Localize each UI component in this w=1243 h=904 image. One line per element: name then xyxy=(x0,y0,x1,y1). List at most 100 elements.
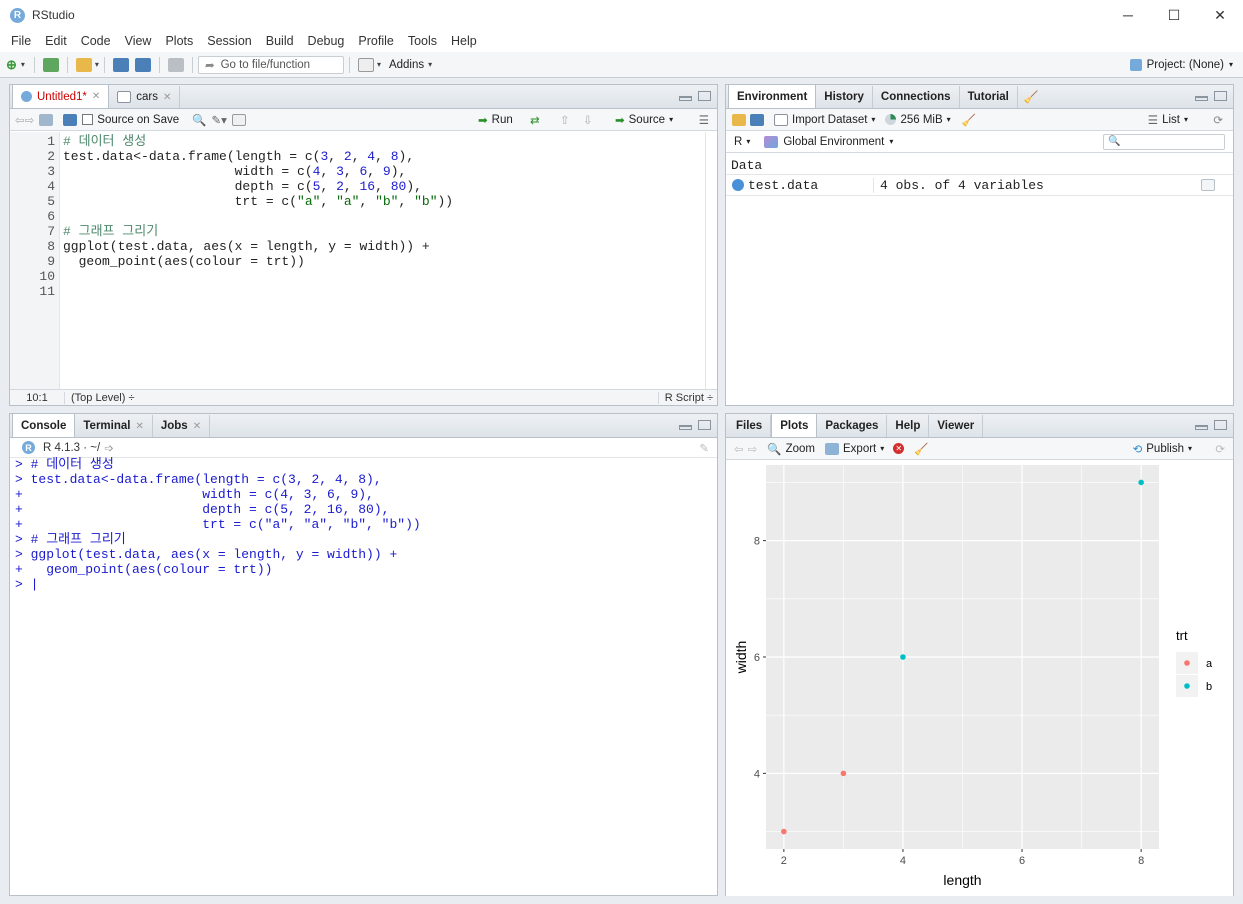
menu-file[interactable]: File xyxy=(4,34,38,48)
rstudio-logo-icon: R xyxy=(10,7,25,23)
export-button[interactable]: Export ▾ xyxy=(825,442,884,455)
maximize-pane-icon[interactable] xyxy=(1214,420,1227,430)
source-button[interactable]: ➡ Source ▾ xyxy=(615,113,673,127)
tab-tutorial[interactable]: Tutorial xyxy=(960,86,1018,108)
tab-files[interactable]: Files xyxy=(728,415,772,437)
code-tools-icon[interactable]: ✎▾ xyxy=(211,113,226,127)
new-file-dropdown-icon[interactable]: ▾ xyxy=(21,60,25,69)
file-type-selector[interactable]: R Script ÷ xyxy=(657,391,713,404)
minimize-button[interactable]: ─ xyxy=(1105,0,1151,30)
memory-usage-button[interactable]: 256 MiB ▾ xyxy=(885,114,951,126)
pane-layout-dropdown-icon[interactable]: ▾ xyxy=(377,60,381,69)
source-on-save-checkbox[interactable]: Source on Save xyxy=(82,114,179,126)
previous-plot-icon[interactable]: ⇦ xyxy=(734,442,744,456)
clear-objects-icon[interactable]: 🧹 xyxy=(962,113,976,127)
close-tab-icon[interactable]: ✕ xyxy=(193,421,201,432)
save-workspace-icon[interactable] xyxy=(750,113,764,126)
tab-packages[interactable]: Packages xyxy=(817,415,888,437)
tab-plots[interactable]: Plots xyxy=(771,413,818,437)
save-file-icon[interactable] xyxy=(63,113,78,126)
maximize-pane-icon[interactable] xyxy=(698,91,711,101)
scope-selector[interactable]: (Top Level) ÷ xyxy=(65,392,135,404)
tab-viewer[interactable]: Viewer xyxy=(929,415,984,437)
pane-layout-icon[interactable] xyxy=(357,57,374,72)
source-pane: Untitled1* ✕ cars ✕ ⇦⇨ Source on Save 🔍 … xyxy=(9,84,718,406)
menu-view[interactable]: View xyxy=(118,34,159,48)
menu-edit[interactable]: Edit xyxy=(38,34,74,48)
close-tab-icon[interactable]: ✕ xyxy=(135,421,143,432)
line-number: 3 xyxy=(47,164,55,179)
code-line: # 그래프 그리기 xyxy=(63,224,159,239)
tab-jobs[interactable]: Jobs ✕ xyxy=(153,415,211,437)
maximize-pane-icon[interactable] xyxy=(1214,91,1227,101)
tab-console[interactable]: Console xyxy=(12,413,76,437)
menu-session[interactable]: Session xyxy=(200,34,258,48)
menu-tools[interactable]: Tools xyxy=(401,34,444,48)
maximize-pane-icon[interactable] xyxy=(698,420,711,430)
line-number: 9 xyxy=(47,254,55,269)
close-tab-icon[interactable]: ✕ xyxy=(92,91,100,102)
close-tab-icon[interactable]: ✕ xyxy=(163,92,171,103)
publish-button[interactable]: ⟲ Publish ▾ xyxy=(1133,442,1192,456)
menu-build[interactable]: Build xyxy=(259,34,301,48)
editor-statusbar: 10:1 (Top Level) ÷ R Script ÷ xyxy=(10,389,717,405)
project-icon xyxy=(1129,58,1142,71)
save-icon[interactable] xyxy=(112,57,129,72)
go-down-icon[interactable]: ⇩ xyxy=(583,113,593,127)
project-menu[interactable]: Project: (None) ▾ xyxy=(1129,58,1233,71)
save-all-icon[interactable] xyxy=(134,57,151,72)
show-in-window-icon[interactable] xyxy=(39,113,54,126)
minimize-pane-icon[interactable] xyxy=(1195,425,1208,430)
go-up-icon[interactable]: ⇧ xyxy=(560,113,570,127)
next-plot-icon[interactable]: ⇨ xyxy=(748,442,758,456)
tab-untitled1[interactable]: Untitled1* ✕ xyxy=(12,84,110,108)
environment-search-input[interactable]: 🔍 xyxy=(1103,133,1225,150)
print-icon[interactable] xyxy=(167,57,184,72)
language-selector[interactable]: R xyxy=(734,136,742,148)
view-data-icon[interactable] xyxy=(1201,179,1215,191)
outline-icon[interactable] xyxy=(231,113,246,126)
clear-plots-icon[interactable]: 🧹 xyxy=(914,442,928,456)
menu-profile[interactable]: Profile xyxy=(351,34,400,48)
addins-button[interactable]: Addins xyxy=(389,59,424,71)
tab-connections[interactable]: Connections xyxy=(873,86,960,108)
import-dataset-button[interactable]: Import Dataset ▾ xyxy=(774,113,875,126)
table-row[interactable]: test.data 4 obs. of 4 variables xyxy=(726,175,1233,196)
maximize-button[interactable]: ☐ xyxy=(1151,0,1197,30)
tab-help[interactable]: Help xyxy=(887,415,930,437)
open-file-icon[interactable] xyxy=(75,57,92,72)
minimize-pane-icon[interactable] xyxy=(679,425,692,430)
run-button[interactable]: ➡ Run xyxy=(478,113,513,127)
back-icon[interactable]: ⇦⇨ xyxy=(15,113,34,127)
tab-cars[interactable]: cars ✕ xyxy=(109,86,181,108)
goto-dir-icon[interactable]: ➩ xyxy=(104,441,114,455)
refresh-icon[interactable]: ⟳ xyxy=(1213,113,1223,127)
zoom-button[interactable]: 🔍 Zoom xyxy=(767,442,815,456)
go-to-file-input[interactable]: ➦ Go to file/function xyxy=(197,55,344,74)
menu-plots[interactable]: Plots xyxy=(158,34,200,48)
expand-icon[interactable] xyxy=(732,179,744,191)
tab-history[interactable]: History xyxy=(816,86,873,108)
document-outline-icon[interactable]: ☰ xyxy=(699,113,709,127)
open-recent-dropdown-icon[interactable]: ▾ xyxy=(95,60,99,69)
tab-terminal[interactable]: Terminal ✕ xyxy=(75,415,153,437)
environment-selector[interactable]: Global Environment ▾ xyxy=(764,135,893,148)
refresh-icon[interactable]: ⟳ xyxy=(1215,442,1225,456)
search-icon[interactable]: 🔍 xyxy=(192,113,206,127)
broom-icon[interactable]: 🧹 xyxy=(1024,90,1039,104)
tab-environment[interactable]: Environment xyxy=(728,84,817,108)
remove-plot-icon[interactable]: ✕ xyxy=(893,443,905,454)
menu-help[interactable]: Help xyxy=(444,34,484,48)
clear-console-icon[interactable]: ✎ xyxy=(699,441,709,455)
rerun-icon[interactable]: ⇄ xyxy=(530,113,540,127)
new-file-icon[interactable]: ⊕ xyxy=(6,57,17,73)
new-project-icon[interactable] xyxy=(42,57,59,72)
load-workspace-icon[interactable] xyxy=(732,113,746,126)
menu-code[interactable]: Code xyxy=(74,34,118,48)
menu-debug[interactable]: Debug xyxy=(301,34,352,48)
minimize-pane-icon[interactable] xyxy=(1195,96,1208,101)
minimize-pane-icon[interactable] xyxy=(679,96,692,101)
editor-scrollbar[interactable] xyxy=(705,132,717,389)
close-button[interactable]: ✕ xyxy=(1197,0,1243,30)
view-mode-list[interactable]: ☰ List ▾ xyxy=(1148,113,1188,127)
